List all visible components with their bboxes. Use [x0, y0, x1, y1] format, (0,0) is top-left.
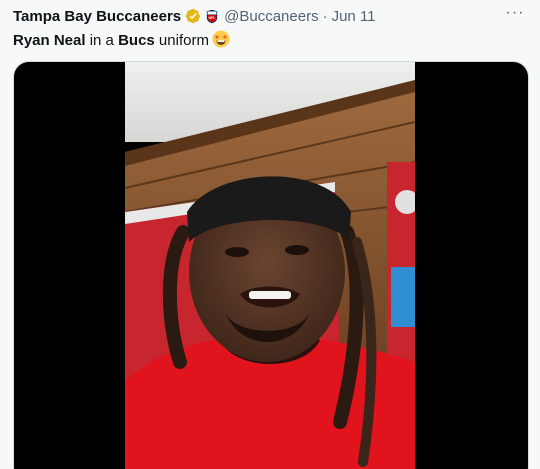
tweet-header: Tampa Bay Buccaneers NFL @Buccaneers · J… — [13, 6, 530, 26]
tweet-text: Ryan Neal in a Bucs uniform — [13, 30, 230, 51]
tweet-timestamp[interactable]: Jun 11 — [332, 8, 376, 25]
nfl-shield-icon[interactable]: NFL — [206, 8, 218, 24]
separator-dot: · — [322, 7, 328, 25]
author-display-name[interactable]: Tampa Bay Buccaneers — [13, 8, 181, 25]
author-handle[interactable]: @Buccaneers — [224, 8, 318, 25]
svg-text:NFL: NFL — [209, 15, 217, 19]
more-horizontal-icon: ··· — [505, 4, 525, 21]
tweet-video-media[interactable] — [13, 61, 529, 469]
tweet-text-bold-team: Bucs — [118, 32, 155, 49]
tweet-card[interactable]: Tampa Bay Buccaneers NFL @Buccaneers · J… — [0, 0, 540, 469]
video-frame-image — [125, 62, 415, 469]
star-struck-emoji-icon — [212, 30, 230, 48]
gold-verified-badge-icon[interactable] — [185, 8, 201, 24]
tweet-text-bold-name: Ryan Neal — [13, 32, 86, 49]
more-options-button[interactable]: ··· — [504, 3, 526, 23]
tweet-text-plain: in a — [85, 32, 119, 49]
tweet-text-plain-end: uniform — [154, 32, 209, 49]
